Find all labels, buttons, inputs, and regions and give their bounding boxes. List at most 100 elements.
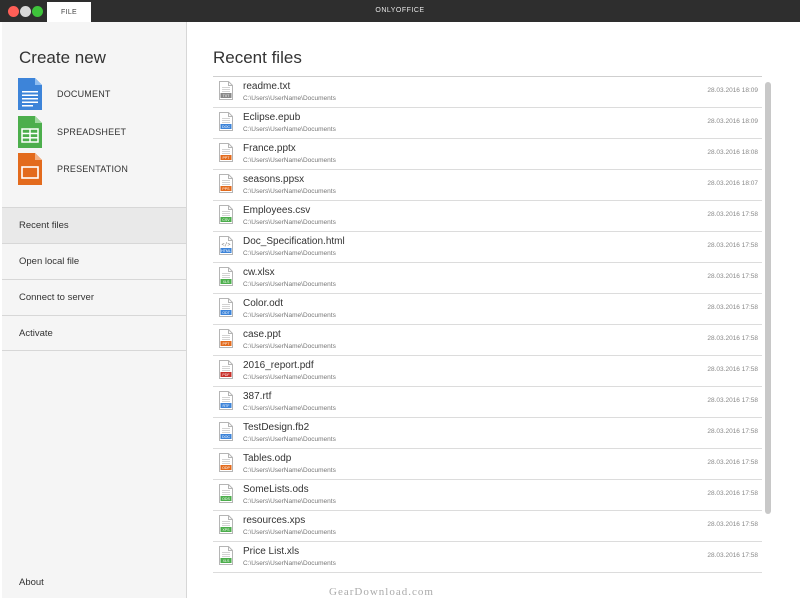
file-date: 28.03.2016 17:58 xyxy=(707,428,758,435)
file-row[interactable]: PPT France.pptx C:\Users\UserName\Document… xyxy=(213,139,762,170)
app-window: FILE ONLYOFFICE Create new DOCUMENT SPRE… xyxy=(0,0,800,600)
create-document-button[interactable]: DOCUMENT xyxy=(18,78,178,110)
list-scrollbar[interactable] xyxy=(765,82,771,514)
file-path: C:\Users\UserName\Documents xyxy=(243,95,336,102)
window-maximize-button[interactable] xyxy=(32,6,43,17)
file-row[interactable]: XLS cw.xlsx C:\Users\UserName\Documents 28.… xyxy=(213,263,762,294)
file-row[interactable]: DOC Eclipse.epub C:\Users\UserName\Documen… xyxy=(213,108,762,139)
file-type-badge: HTML xyxy=(221,249,231,253)
file-date: 28.03.2016 18:08 xyxy=(707,149,758,156)
file-path: C:\Users\UserName\Documents xyxy=(243,219,336,226)
file-type-icon: XLS xyxy=(219,267,233,286)
file-type-icon: ODP xyxy=(219,453,233,472)
sidebar-item-connect-to-server[interactable]: Connect to server xyxy=(2,279,186,315)
file-path: C:\Users\UserName\Documents xyxy=(243,188,336,195)
about-link[interactable]: About xyxy=(19,577,44,588)
window-minimize-button[interactable] xyxy=(20,6,31,17)
file-type-badge: PPT xyxy=(223,156,231,160)
file-name: France.pptx xyxy=(243,143,296,154)
file-name: readme.txt xyxy=(243,81,291,92)
file-date: 28.03.2016 17:58 xyxy=(707,459,758,466)
file-name: SomeLists.ods xyxy=(243,484,309,495)
file-path: C:\Users\UserName\Documents xyxy=(243,405,336,412)
file-path: C:\Users\UserName\Documents xyxy=(243,250,336,257)
file-path: C:\Users\UserName\Documents xyxy=(243,281,336,288)
file-type-icon: ODS xyxy=(219,484,233,503)
file-type-icon: PPT xyxy=(219,329,233,348)
file-row[interactable]: RTF 387.rtf C:\Users\UserName\Documents 28.… xyxy=(213,387,762,418)
file-path: C:\Users\UserName\Documents xyxy=(243,343,336,350)
create-spreadsheet-label: SPREADSHEET xyxy=(57,127,127,137)
sidebar: Create new DOCUMENT SPREADSHEET PRESENTA… xyxy=(2,22,187,598)
file-row[interactable]: PDF 2016_report.pdf C:\Users\UserName\Docu… xyxy=(213,356,762,387)
file-type-icon: PDF xyxy=(219,360,233,379)
file-type-badge: DOC xyxy=(222,435,230,439)
file-path: C:\Users\UserName\Documents xyxy=(243,560,336,567)
file-type-badge: PPT xyxy=(223,342,231,346)
file-name: Price List.xls xyxy=(243,546,300,557)
file-name: 2016_report.pdf xyxy=(243,360,314,371)
file-row[interactable]: XLS Price List.xls C:\Users\UserName\Docum… xyxy=(213,542,762,573)
file-date: 28.03.2016 17:58 xyxy=(707,335,758,342)
file-name: cw.xlsx xyxy=(243,267,275,278)
file-row[interactable]: ODS SomeLists.ods C:\Users\UserName\Docume… xyxy=(213,480,762,511)
file-date: 28.03.2016 17:58 xyxy=(707,490,758,497)
create-presentation-button[interactable]: PRESENTATION xyxy=(18,153,178,185)
sidebar-item-activate[interactable]: Activate xyxy=(2,315,186,351)
create-spreadsheet-button[interactable]: SPREADSHEET xyxy=(18,116,178,148)
file-type-badge: TXT xyxy=(223,94,231,98)
file-date: 28.03.2016 17:58 xyxy=(707,521,758,528)
svg-text:</>: </> xyxy=(221,242,230,248)
recent-files-list: TXT readme.txt C:\Users\UserName\Documents… xyxy=(213,77,762,573)
file-row[interactable]: PPT case.ppt C:\Users\UserName\Documents 28… xyxy=(213,325,762,356)
page-title: Recent files xyxy=(213,48,302,67)
file-name: Color.odt xyxy=(243,298,284,309)
file-path: C:\Users\UserName\Documents xyxy=(243,467,336,474)
file-date: 28.03.2016 17:58 xyxy=(707,552,758,559)
title-bar: FILE ONLYOFFICE xyxy=(0,0,800,22)
file-type-icon: XPS xyxy=(219,515,233,534)
file-type-badge: XLS xyxy=(223,280,230,284)
file-path: C:\Users\UserName\Documents xyxy=(243,374,336,381)
watermark: GearDownload.com xyxy=(329,586,434,598)
file-row[interactable]: CSV Employees.csv C:\Users\UserName\Docume… xyxy=(213,201,762,232)
file-row[interactable]: PPS seasons.ppsx C:\Users\UserName\Documen… xyxy=(213,170,762,201)
file-path: C:\Users\UserName\Documents xyxy=(243,126,336,133)
file-name: case.ppt xyxy=(243,329,281,340)
file-name: Doc_Specification.html xyxy=(243,236,345,247)
file-path: C:\Users\UserName\Documents xyxy=(243,436,336,443)
file-type-icon: CSV xyxy=(219,205,233,224)
file-type-icon: DOC xyxy=(219,422,233,441)
file-type-badge: RTF xyxy=(223,404,231,408)
file-date: 28.03.2016 18:09 xyxy=(707,118,758,125)
file-type-badge: DOC xyxy=(222,125,230,129)
sidebar-item-open-local-file[interactable]: Open local file xyxy=(2,243,186,279)
main-panel: Recent files TXT readme.txt C:\Users\UserN… xyxy=(187,22,800,600)
create-document-label: DOCUMENT xyxy=(57,89,111,99)
file-row[interactable]: ODT Color.odt C:\Users\UserName\Documents 2… xyxy=(213,294,762,325)
window-close-button[interactable] xyxy=(8,6,19,17)
file-path: C:\Users\UserName\Documents xyxy=(243,498,336,505)
file-type-badge: CSV xyxy=(222,218,230,222)
file-row[interactable]: XPS resources.xps C:\Users\UserName\Docume… xyxy=(213,511,762,542)
sidebar-item-recent-files[interactable]: Recent files xyxy=(2,207,186,243)
file-name: TestDesign.fb2 xyxy=(243,422,310,433)
file-type-icon: TXT xyxy=(219,81,233,100)
file-type-badge: XLS xyxy=(223,559,230,563)
file-type-badge: ODT xyxy=(222,311,230,315)
file-row[interactable]: </> HTML Doc_Specification.html C:\Users\Us… xyxy=(213,232,762,263)
file-type-badge: XPS xyxy=(222,528,230,532)
file-date: 28.03.2016 17:58 xyxy=(707,242,758,249)
file-type-badge: PPS xyxy=(222,187,230,191)
file-path: C:\Users\UserName\Documents xyxy=(243,312,336,319)
file-path: C:\Users\UserName\Documents xyxy=(243,529,336,536)
app-title: ONLYOFFICE xyxy=(375,7,425,14)
file-row[interactable]: ODP Tables.odp C:\Users\UserName\Documents… xyxy=(213,449,762,480)
presentation-icon xyxy=(18,153,42,185)
file-type-icon: PPT xyxy=(219,143,233,162)
file-type-icon: XLS xyxy=(219,546,233,565)
tab-file[interactable]: FILE xyxy=(47,2,91,22)
file-row[interactable]: TXT readme.txt C:\Users\UserName\Documents… xyxy=(213,77,762,108)
file-date: 28.03.2016 17:58 xyxy=(707,211,758,218)
file-row[interactable]: DOC TestDesign.fb2 C:\Users\UserName\Docum… xyxy=(213,418,762,449)
